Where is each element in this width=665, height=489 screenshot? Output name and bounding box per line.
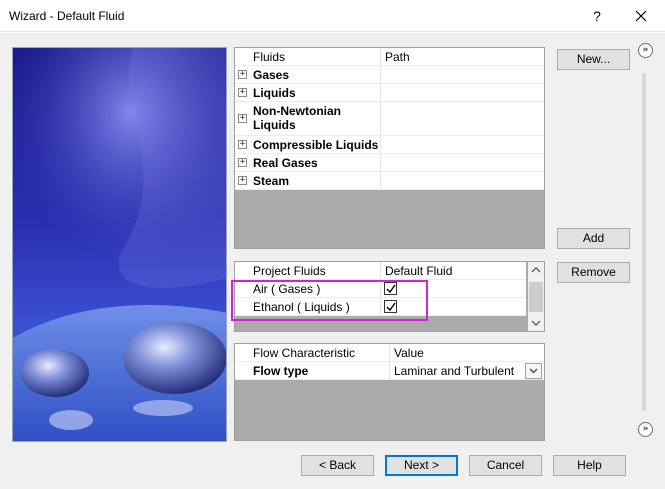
flow-type-dropdown[interactable]	[525, 363, 542, 379]
project-fluid-row-air[interactable]: Air ( Gases )	[235, 280, 526, 298]
project-fluids-grid: Project Fluids Default Fluid Air ( Gases…	[234, 261, 545, 332]
flow-type-label: Flow type	[253, 364, 309, 378]
scroll-up-icon[interactable]	[528, 262, 544, 278]
fluid-category-label: Non-Newtonian Liquids	[250, 104, 341, 137]
help-title-button[interactable]: ?	[586, 5, 608, 27]
project-fluid-label: Air ( Gases )	[253, 282, 321, 296]
column-header-path[interactable]: Path	[382, 48, 532, 65]
fluid-category-row-non-newtonian[interactable]: + Non-Newtonian Liquids	[235, 102, 544, 136]
fluids-grid-header: Fluids Path	[235, 48, 544, 66]
fluid-category-label: Steam	[253, 174, 290, 188]
fluid-category-label-line1: Non-Newtonian	[253, 104, 341, 118]
fluid-category-row-liquids[interactable]: + Liquids	[235, 84, 544, 102]
fluid-category-label: Liquids	[253, 86, 296, 100]
check-icon	[386, 284, 396, 294]
fluid-category-row-steam[interactable]: + Steam	[235, 172, 544, 190]
new-button[interactable]: New...	[557, 49, 630, 70]
expand-icon[interactable]: +	[238, 70, 247, 79]
title-bar: Wizard - Default Fluid ?	[0, 0, 665, 32]
side-rail	[642, 73, 646, 411]
window-title: Wizard - Default Fluid	[9, 9, 125, 23]
check-icon	[386, 302, 396, 312]
chevron-down-icon	[529, 368, 538, 374]
expand-panel-top-button[interactable]: »	[638, 43, 653, 58]
scroll-thumb[interactable]	[529, 282, 543, 312]
wizard-illustration	[12, 47, 227, 442]
cancel-button[interactable]: Cancel	[469, 455, 542, 476]
expand-icon[interactable]: +	[238, 88, 247, 97]
column-header-fluids[interactable]: Fluids	[250, 48, 380, 65]
fluid-category-label: Gases	[253, 68, 290, 82]
back-button[interactable]: < Back	[301, 455, 374, 476]
fluid-category-row-gases[interactable]: + Gases	[235, 66, 544, 84]
fluid-category-label-line2: Liquids	[253, 118, 296, 132]
expand-panel-bottom-button[interactable]: »	[638, 422, 653, 437]
expand-icon[interactable]: +	[238, 114, 247, 123]
expand-icon[interactable]: +	[238, 158, 247, 167]
fluid-category-row-compressible-liquids[interactable]: + Compressible Liquids	[235, 136, 544, 154]
flow-type-row[interactable]: Flow type Laminar and Turbulent	[235, 362, 544, 380]
project-fluid-label: Ethanol ( Liquids )	[253, 300, 350, 314]
fluid-category-row-real-gases[interactable]: + Real Gases	[235, 154, 544, 172]
column-header-default-fluid[interactable]: Default Fluid	[382, 262, 452, 279]
fluid-category-label: Compressible Liquids	[253, 138, 379, 152]
expand-icon[interactable]: +	[238, 176, 247, 185]
default-fluid-checkbox-air[interactable]	[384, 282, 397, 295]
close-icon	[635, 10, 647, 22]
fluids-grid: Fluids Path + Gases + Liquids + Non-Newt…	[234, 47, 545, 249]
fluid-category-label: Real Gases	[253, 156, 318, 170]
project-fluid-row-ethanol[interactable]: Ethanol ( Liquids )	[235, 298, 526, 316]
help-button[interactable]: Help	[553, 455, 626, 476]
scroll-down-icon[interactable]	[528, 315, 544, 331]
add-button[interactable]: Add	[557, 228, 630, 249]
default-fluid-checkbox-ethanol[interactable]	[384, 300, 397, 313]
dialog-client-area: Fluids Path + Gases + Liquids + Non-Newt…	[0, 33, 665, 489]
column-header-value[interactable]: Value	[391, 344, 424, 361]
close-button[interactable]	[626, 3, 656, 29]
expand-icon[interactable]: +	[238, 140, 247, 149]
remove-button[interactable]: Remove	[557, 262, 630, 283]
column-header-flow-characteristic[interactable]: Flow Characteristic	[250, 344, 390, 361]
flow-characteristic-grid: Flow Characteristic Value Flow type Lami…	[234, 343, 545, 441]
flow-characteristic-header: Flow Characteristic Value	[235, 344, 544, 362]
project-fluids-header: Project Fluids Default Fluid	[235, 262, 526, 280]
column-header-project-fluids[interactable]: Project Fluids	[250, 262, 380, 279]
next-button[interactable]: Next >	[385, 455, 458, 476]
flow-type-value[interactable]: Laminar and Turbulent	[391, 362, 514, 379]
project-fluids-scrollbar[interactable]	[528, 262, 544, 331]
